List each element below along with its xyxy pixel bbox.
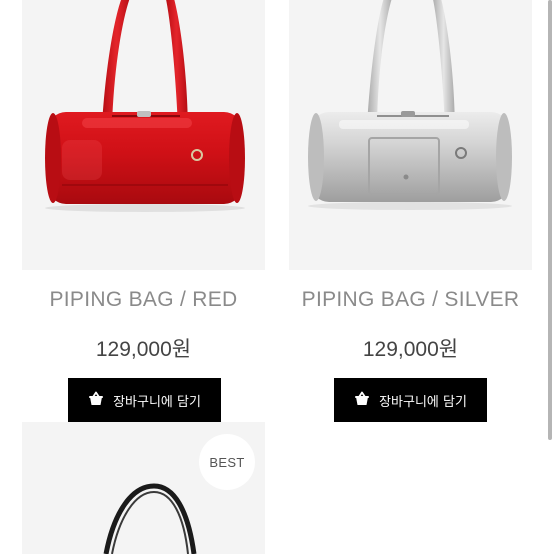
- scrollbar-thumb[interactable]: [548, 0, 552, 440]
- scrollbar[interactable]: [547, 0, 554, 554]
- add-to-cart-button[interactable]: 장바구니에 담기: [68, 378, 221, 422]
- product-image-red[interactable]: [22, 0, 265, 270]
- add-to-cart-button[interactable]: 장바구니에 담기: [334, 378, 487, 422]
- add-to-cart-label: 장바구니에 담기: [379, 394, 467, 410]
- product-price: 129,000원: [362, 338, 459, 361]
- best-badge: BEST: [199, 434, 255, 490]
- product-price: 129,000원: [95, 338, 192, 361]
- red-duffel-bag-image: [45, 0, 245, 212]
- product-name[interactable]: PIPING BAG / SILVER: [289, 288, 532, 312]
- product-name[interactable]: PIPING BAG / RED: [22, 288, 265, 312]
- add-to-cart-label: 장바구니에 담기: [113, 394, 201, 410]
- product-image-silver[interactable]: [289, 0, 532, 270]
- silver-duffel-bag-image: [308, 0, 512, 210]
- shopping-basket-icon: [88, 391, 104, 410]
- shopping-basket-icon: [354, 391, 370, 410]
